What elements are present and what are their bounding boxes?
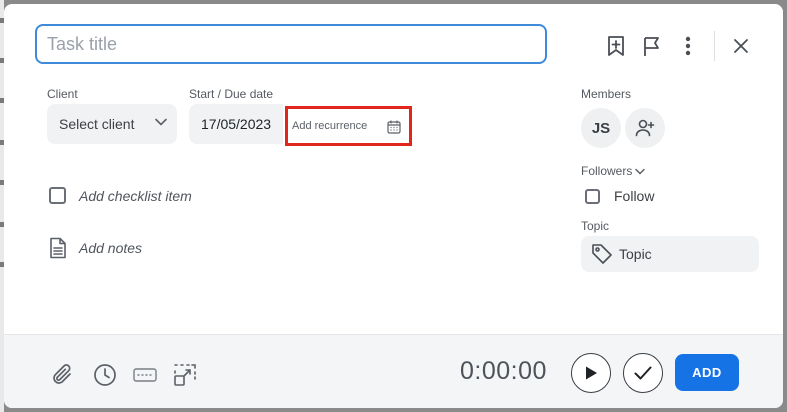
timer-display: 0:00:00	[460, 357, 547, 385]
modal-footer: 0:00:00 ADD	[4, 334, 783, 408]
keyboard-icon[interactable]	[132, 362, 158, 388]
follow-label: Follow	[614, 188, 655, 204]
checklist-item-row[interactable]: Add checklist item	[49, 187, 192, 204]
play-icon	[586, 366, 597, 380]
members-label: Members	[581, 87, 632, 101]
complete-button[interactable]	[623, 353, 663, 393]
client-label: Client	[47, 87, 78, 101]
calendar-icon	[387, 120, 401, 134]
check-icon	[634, 366, 652, 380]
notes-placeholder: Add notes	[79, 240, 143, 256]
client-select-value: Select client	[59, 116, 135, 132]
avatar[interactable]: JS	[581, 108, 621, 148]
chevron-down-icon	[155, 118, 167, 126]
recurrence-label: Add recurrence	[292, 120, 368, 132]
tag-icon	[592, 244, 612, 264]
paperclip-icon[interactable]	[50, 362, 76, 388]
topic-placeholder: Topic	[619, 246, 652, 262]
start-due-date-field[interactable]: 17/05/2023	[189, 104, 283, 144]
add-member-button[interactable]	[625, 108, 665, 148]
header-divider	[714, 31, 715, 61]
document-icon	[50, 237, 66, 259]
flag-icon[interactable]	[640, 34, 664, 58]
bookmark-add-icon[interactable]	[604, 34, 628, 58]
client-select[interactable]: Select client	[47, 104, 177, 144]
topic-field[interactable]: Topic	[581, 236, 759, 272]
more-vertical-icon[interactable]	[676, 34, 700, 58]
follow-checkbox[interactable]	[585, 188, 600, 204]
close-icon[interactable]	[729, 34, 753, 58]
focus-icon[interactable]	[172, 362, 198, 388]
topic-label: Topic	[581, 219, 610, 233]
task-title-input[interactable]	[35, 24, 547, 64]
play-timer-button[interactable]	[571, 353, 611, 393]
checklist-checkbox[interactable]	[49, 187, 66, 204]
followers-toggle[interactable]: Followers	[581, 164, 646, 178]
task-modal: Client Select client Start / Due date 17…	[4, 4, 783, 408]
date-label: Start / Due date	[189, 87, 274, 101]
add-recurrence-button[interactable]: Add recurrence	[285, 106, 412, 146]
clock-icon[interactable]	[92, 362, 118, 388]
date-value: 17/05/2023	[201, 116, 272, 132]
add-task-button[interactable]: ADD	[675, 354, 739, 391]
follow-checkbox-row[interactable]: Follow	[585, 188, 654, 204]
user-add-icon	[635, 119, 655, 137]
notes-row[interactable]: Add notes	[49, 237, 142, 259]
checklist-placeholder: Add checklist item	[79, 187, 192, 204]
followers-label: Followers	[581, 164, 633, 178]
chevron-down-icon	[635, 168, 646, 174]
